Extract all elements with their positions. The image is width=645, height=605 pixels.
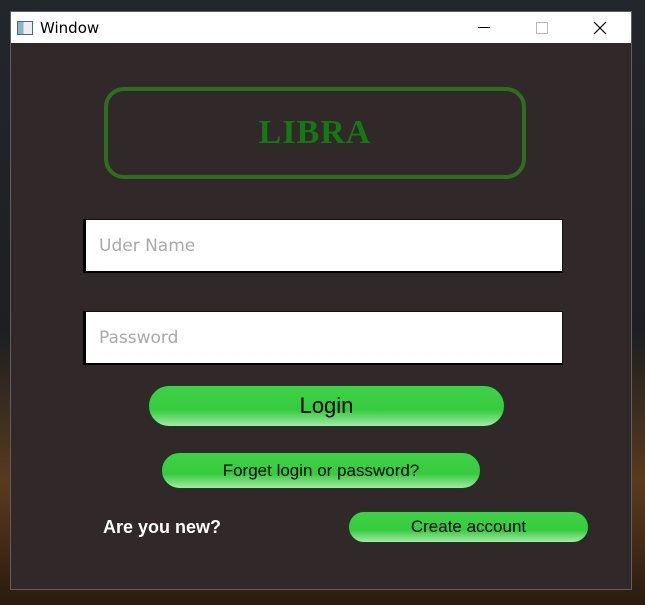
logo-text: LIBRA xyxy=(258,114,372,151)
login-button[interactable]: Login xyxy=(148,385,505,427)
new-user-label: Are you new? xyxy=(103,517,222,537)
window-title: Window xyxy=(40,18,100,37)
create-account-button[interactable]: Create account xyxy=(348,511,589,543)
maximize-button[interactable] xyxy=(519,12,565,43)
password-input[interactable] xyxy=(83,311,563,365)
minimize-icon xyxy=(478,27,490,28)
maximize-icon xyxy=(536,21,548,34)
minimize-button[interactable] xyxy=(461,12,507,43)
logo-frame: LIBRA xyxy=(104,87,526,179)
close-icon xyxy=(593,21,607,34)
app-window: Window LIBRA Login Forget login or passw… xyxy=(10,11,632,590)
username-input[interactable] xyxy=(83,219,563,273)
forget-password-button[interactable]: Forget login or password? xyxy=(161,452,481,489)
title-bar[interactable]: Window xyxy=(11,12,631,43)
app-window-icon xyxy=(17,20,33,35)
close-button[interactable] xyxy=(577,12,623,43)
